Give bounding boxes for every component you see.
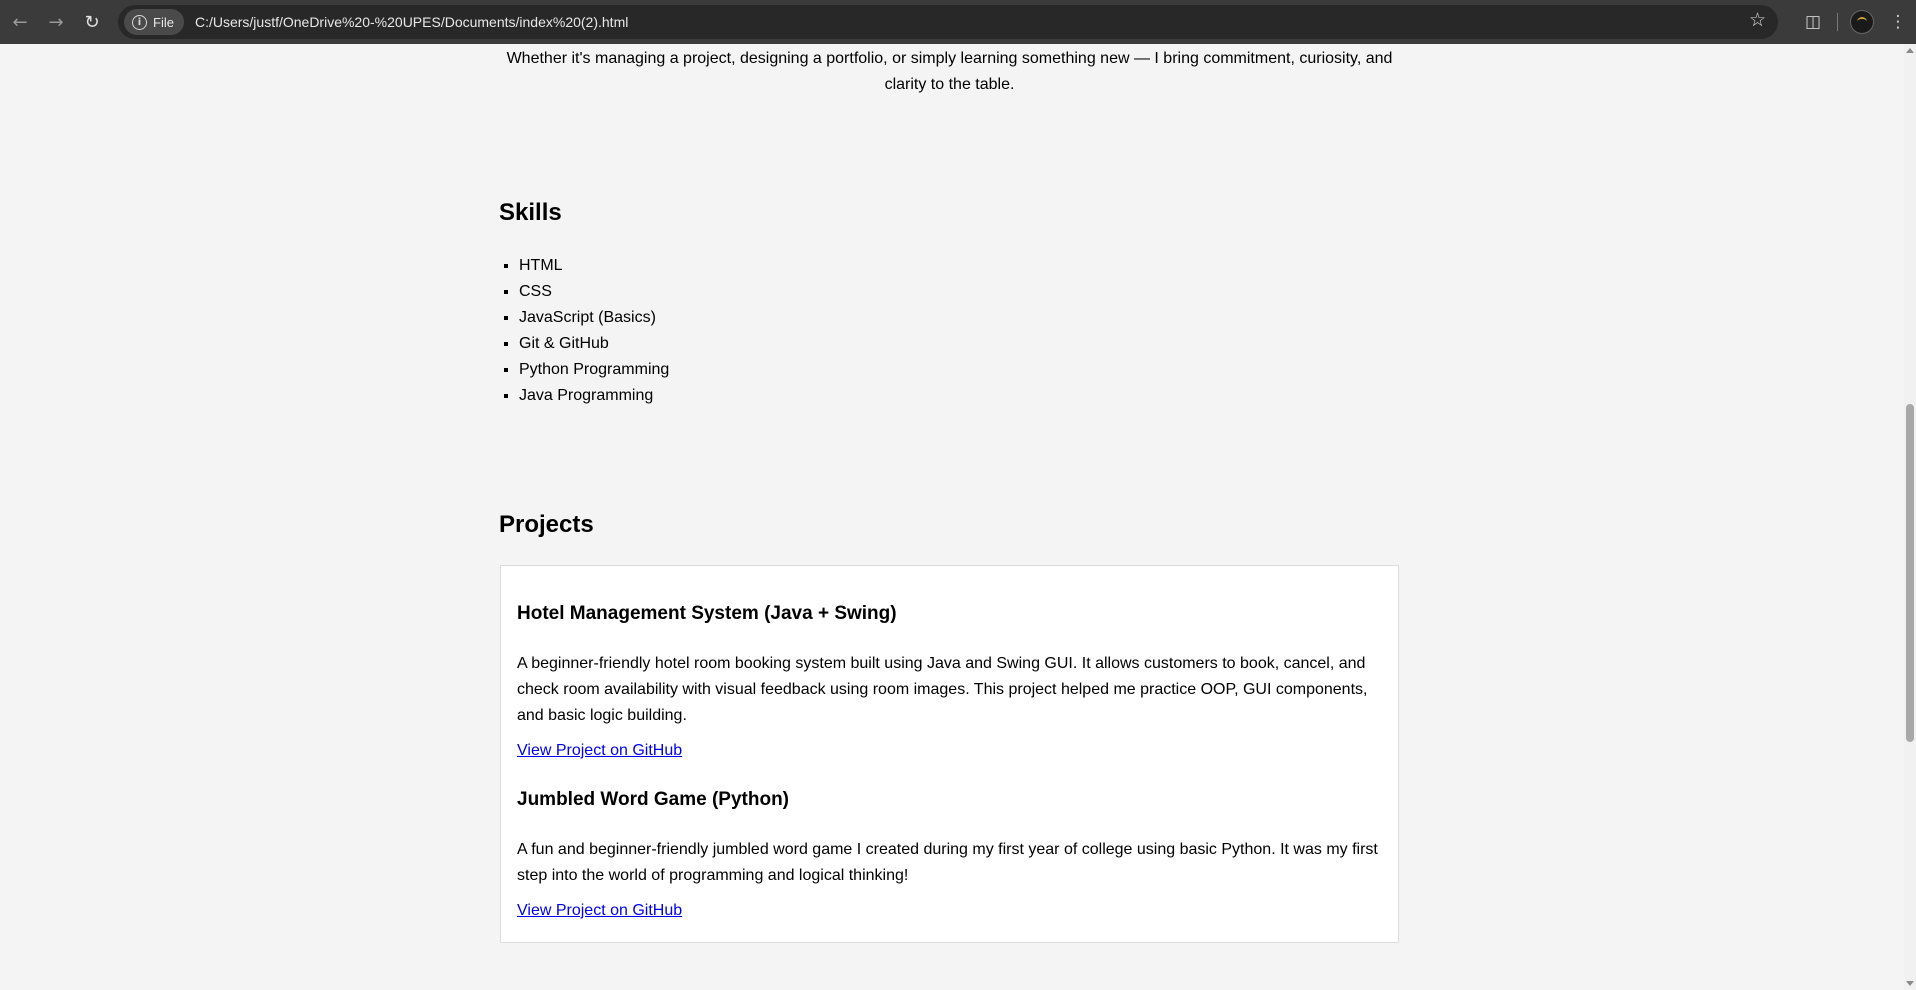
- project-title: Hotel Management System (Java + Swing): [517, 603, 897, 624]
- projects-card: Hotel Management System (Java + Swing) A…: [500, 565, 1399, 943]
- reload-icon[interactable]: ↻: [74, 4, 110, 40]
- skills-list: HTML CSS JavaScript (Basics) Git & GitHu…: [499, 253, 669, 409]
- intro-text: Whether it's managing a project, designi…: [506, 50, 1393, 93]
- browser-toolbar: ← → ↻ i File C:/Users/justf/OneDrive%20-…: [0, 0, 1916, 44]
- skill-item: JavaScript (Basics): [519, 305, 669, 331]
- github-project-link[interactable]: View Project on GitHub: [517, 902, 682, 920]
- kebab-menu-icon[interactable]: ⋮: [1880, 12, 1916, 32]
- address-bar[interactable]: i File C:/Users/justf/OneDrive%20-%20UPE…: [118, 5, 1778, 39]
- site-info-label: File: [153, 14, 174, 30]
- skills-heading: Skills: [499, 199, 562, 226]
- avatar: [1850, 10, 1874, 34]
- extensions-puzzle-icon[interactable]: ◫: [1795, 12, 1831, 32]
- back-arrow-icon[interactable]: ←: [2, 4, 38, 40]
- skill-item: Java Programming: [519, 383, 669, 409]
- toolbar-divider: [1837, 13, 1838, 31]
- scrollbar-thumb[interactable]: [1906, 404, 1914, 742]
- bookmark-star-icon[interactable]: ☆: [1749, 9, 1766, 31]
- scroll-up-arrow-icon[interactable]: [1906, 48, 1914, 53]
- vertical-scrollbar[interactable]: [1904, 44, 1916, 990]
- project-description: A fun and beginner-friendly jumbled word…: [517, 841, 1378, 884]
- project-description: A beginner-friendly hotel room booking s…: [517, 655, 1368, 724]
- skill-item: HTML: [519, 253, 669, 279]
- projects-heading: Projects: [499, 511, 594, 538]
- forward-arrow-icon[interactable]: →: [38, 4, 74, 40]
- project-title: Jumbled Word Game (Python): [517, 789, 790, 810]
- github-project-link[interactable]: View Project on GitHub: [517, 742, 682, 760]
- scroll-down-arrow-icon[interactable]: [1906, 981, 1914, 986]
- info-icon: i: [132, 14, 147, 30]
- profile-button[interactable]: [1844, 10, 1880, 34]
- page-viewport: Whether it's managing a project, designi…: [0, 44, 1904, 990]
- skill-item: Git & GitHub: [519, 331, 669, 357]
- skill-item: Python Programming: [519, 357, 669, 383]
- site-info-chip[interactable]: i File: [124, 9, 184, 35]
- skill-item: CSS: [519, 279, 669, 305]
- url-text[interactable]: C:/Users/justf/OneDrive%20-%20UPES/Docum…: [195, 14, 628, 30]
